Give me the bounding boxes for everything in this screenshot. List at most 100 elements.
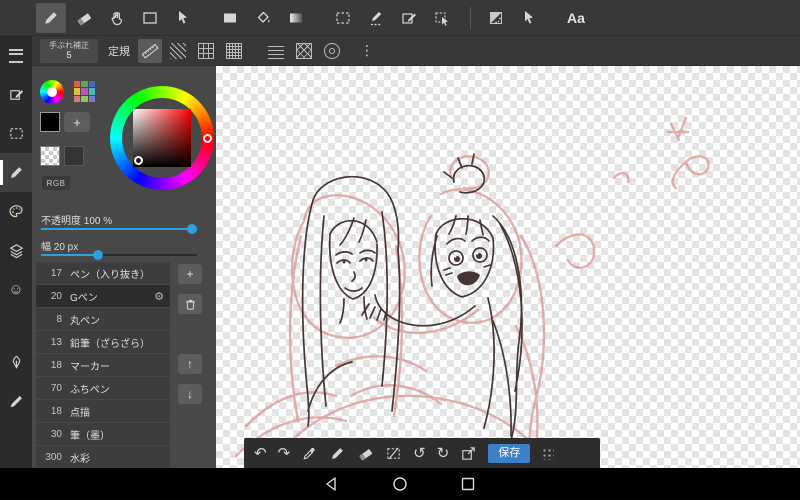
- eraser-quick-button[interactable]: [357, 445, 374, 462]
- brush-list-item[interactable]: 13 鉛筆（ざらざら）: [36, 331, 170, 353]
- brush-name: 丸ペン: [70, 315, 100, 327]
- layers-panel-button[interactable]: [0, 231, 32, 270]
- color-wheel-tab[interactable]: [40, 80, 64, 104]
- horizontal-lines-icon: [268, 42, 284, 59]
- canvas-edit-button[interactable]: [0, 75, 32, 114]
- hand-tool-button[interactable]: [102, 3, 132, 33]
- tool-panel: + RGB 不透明度 100 % 幅 20 px 17 ペン（入り抜き） 20 Gペ…: [32, 66, 216, 468]
- ruler-concentric-button[interactable]: [320, 39, 344, 63]
- brush-name: 筆（墨）: [70, 430, 110, 442]
- brush-settings-gear-icon[interactable]: ⚙: [154, 290, 164, 303]
- shape-fill-tool-button[interactable]: [215, 3, 245, 33]
- brush-button[interactable]: [0, 382, 32, 421]
- bucket-tool-button[interactable]: [248, 3, 278, 33]
- brush-list-item[interactable]: 18 点描: [36, 400, 170, 422]
- move-tool-button[interactable]: [168, 3, 198, 33]
- grid-icon: [198, 42, 214, 59]
- brush-list-item-selected[interactable]: 20 Gペン ⚙: [36, 285, 170, 307]
- ruler-parallel-button[interactable]: [264, 39, 288, 63]
- edit-selection-icon: [403, 13, 416, 23]
- saturation-value-knob[interactable]: [134, 156, 143, 165]
- brush-list-item[interactable]: 30 筆（墨）: [36, 423, 170, 445]
- brush-list-item[interactable]: 70 ふちペン: [36, 377, 170, 399]
- brush-list-item[interactable]: 300 水彩: [36, 446, 170, 468]
- eyedropper-button[interactable]: [301, 445, 318, 462]
- brush-list-item[interactable]: 17 ペン（入り抜き）: [36, 262, 170, 284]
- color-palette-tab[interactable]: [74, 81, 95, 102]
- android-recents-button[interactable]: [459, 475, 477, 493]
- move-brush-down-button[interactable]: ↓: [178, 384, 202, 404]
- ruler-straight-button[interactable]: [138, 38, 162, 63]
- palette-color-cell: [81, 88, 88, 95]
- brush-size: 8: [56, 313, 62, 325]
- stabilizer-button[interactable]: 手ぶれ補正 5: [40, 38, 98, 63]
- width-slider-knob[interactable]: [93, 250, 103, 260]
- deselect-icon: [388, 447, 399, 458]
- gradient-tool-button[interactable]: [281, 3, 311, 33]
- redo-button[interactable]: ↷: [278, 446, 291, 461]
- add-color-button[interactable]: +: [64, 112, 90, 132]
- pen-panel-button[interactable]: [0, 153, 32, 192]
- opacity-slider-knob[interactable]: [187, 224, 197, 234]
- ruler-crosshatch-button[interactable]: [292, 39, 316, 63]
- rotate-cw-button[interactable]: ↻: [437, 446, 450, 461]
- ruler-dense-grid-button[interactable]: [222, 39, 246, 63]
- delete-brush-button[interactable]: [178, 294, 202, 314]
- rotate-ccw-button[interactable]: ↺: [413, 446, 426, 461]
- export-icon: [463, 447, 474, 458]
- transparent-color-swatch[interactable]: [40, 146, 60, 166]
- select-edit-button[interactable]: [394, 3, 424, 33]
- brush-name: 水彩: [70, 453, 90, 465]
- pen-quick-button[interactable]: [329, 445, 346, 462]
- dashed-square-icon: [10, 129, 21, 138]
- select-pen-button[interactable]: [361, 3, 391, 33]
- deselect-button[interactable]: [385, 445, 402, 462]
- opacity-slider[interactable]: [41, 228, 197, 230]
- hue-knob[interactable]: [203, 134, 212, 143]
- save-button[interactable]: 保存: [488, 443, 531, 463]
- materials-panel-button[interactable]: ☺: [0, 270, 32, 309]
- ruler-grid-button[interactable]: [194, 39, 218, 63]
- select-move-button[interactable]: [427, 3, 457, 33]
- ruler-diagonal-button[interactable]: [166, 39, 190, 63]
- android-home-button[interactable]: [391, 475, 409, 493]
- brush-size: 70: [50, 382, 62, 394]
- rgb-mode-button[interactable]: RGB: [42, 176, 70, 190]
- brush-name: 点描: [70, 407, 90, 419]
- palette-color-cell: [81, 81, 88, 88]
- overflow-menu-button[interactable]: ⋮: [354, 42, 380, 59]
- pen-tool-button[interactable]: [36, 2, 66, 33]
- secondary-color-swatch[interactable]: [64, 146, 84, 166]
- pointer-tool-button[interactable]: [514, 3, 544, 33]
- canvas-area[interactable]: ↶ ↷ ↺ ↻ 保存: [216, 66, 800, 468]
- export-button[interactable]: [460, 445, 477, 462]
- brush-size: 300: [45, 451, 62, 463]
- marquee-select-button[interactable]: [328, 3, 358, 33]
- stabilizer-label: 手ぶれ補正: [49, 40, 89, 50]
- rect-select-tool-button[interactable]: [135, 3, 165, 33]
- rectangle-icon: [144, 13, 156, 23]
- undo-button[interactable]: ↶: [254, 446, 267, 461]
- brush-list: 17 ペン（入り抜き） 20 Gペン ⚙ 8 丸ペン 13 鉛筆（ざらざら） 18 マーカー…: [36, 262, 170, 469]
- hand-icon: [112, 12, 121, 24]
- width-slider[interactable]: [41, 254, 197, 256]
- brush-list-item[interactable]: 18 マーカー: [36, 354, 170, 376]
- move-brush-up-button[interactable]: ↑: [178, 354, 202, 374]
- eraser-icon: [359, 448, 372, 460]
- brush-size: 18: [50, 359, 62, 371]
- trash-icon: [186, 300, 194, 309]
- paint-bucket-icon: [259, 12, 270, 22]
- brush-list-item[interactable]: 8 丸ペン: [36, 308, 170, 330]
- dip-pen-button[interactable]: [0, 343, 32, 382]
- eraser-tool-button[interactable]: [69, 3, 99, 33]
- current-color-swatch[interactable]: [40, 112, 60, 132]
- tone-tool-button[interactable]: [481, 3, 511, 33]
- text-tool-button[interactable]: Aa: [561, 3, 591, 33]
- add-brush-button[interactable]: +: [178, 264, 202, 284]
- cursor-icon: [179, 11, 187, 24]
- main-menu-button[interactable]: [0, 36, 32, 75]
- selection-button[interactable]: [0, 114, 32, 153]
- android-back-button[interactable]: [323, 475, 341, 493]
- color-panel-button[interactable]: [0, 192, 32, 231]
- drag-handle-dots-icon[interactable]: [541, 446, 555, 460]
